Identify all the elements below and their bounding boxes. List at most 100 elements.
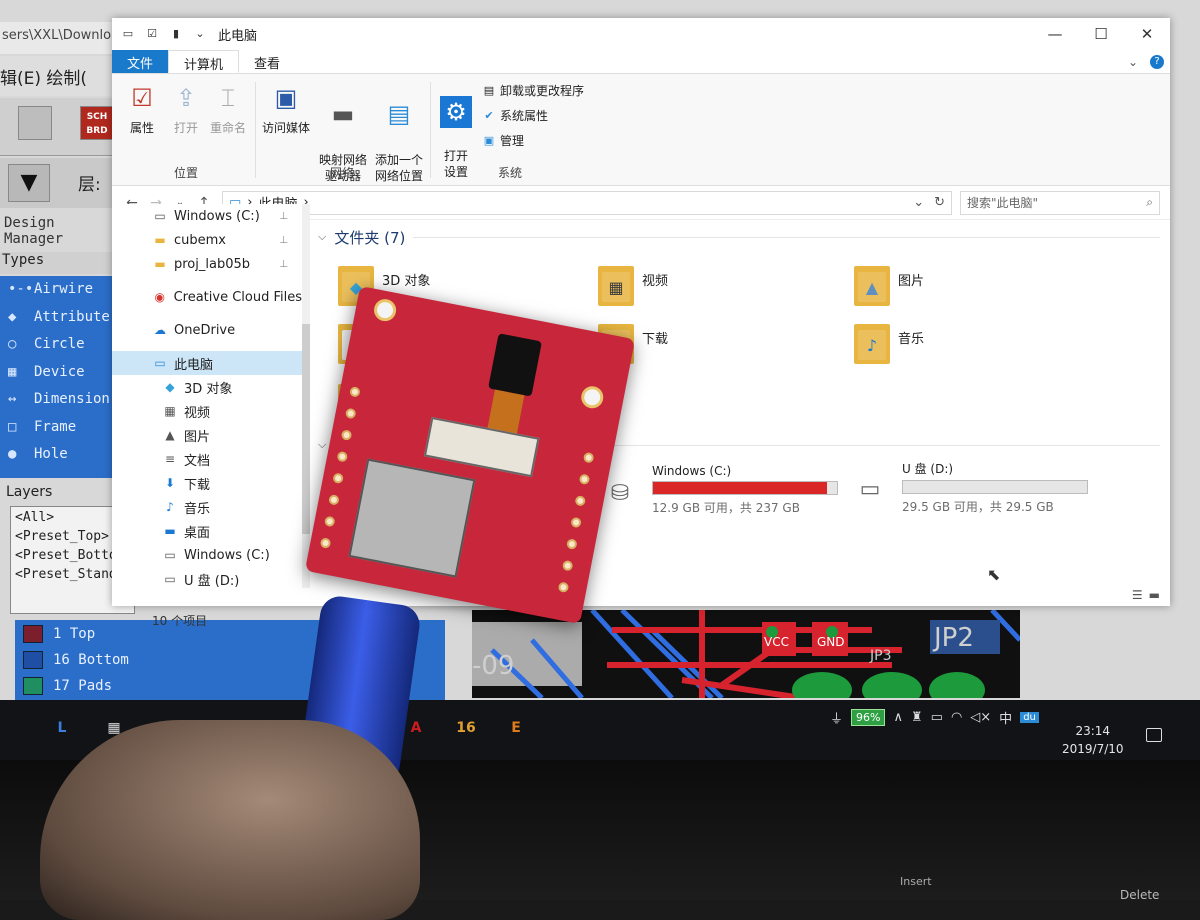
tab-view[interactable]: 查看 bbox=[239, 50, 295, 73]
type-item[interactable]: ◆ Attribute bbox=[0, 304, 130, 332]
usb-eject-icon[interactable]: ▭ bbox=[931, 710, 943, 725]
print-icon[interactable] bbox=[18, 106, 52, 140]
address-bar[interactable]: ▭ › 此电脑 › ⌄ ↻ bbox=[222, 190, 952, 215]
nav-item[interactable]: ▬ 桌面 bbox=[112, 519, 302, 543]
address-dropdown-icon[interactable]: ⌄ bbox=[913, 195, 924, 210]
chevron-up-icon[interactable]: ∧ bbox=[893, 710, 903, 725]
nav-item[interactable]: ▬ cubemx ⊥ bbox=[112, 228, 302, 252]
folder-item[interactable]: ▦ 视频 bbox=[598, 262, 668, 306]
nav-item[interactable]: ≡ 文档 bbox=[112, 447, 302, 471]
properties-label: 属性 bbox=[129, 121, 154, 135]
nav-item[interactable]: ▭ Windows (C:) ⊥ bbox=[112, 204, 302, 228]
ime-indicator[interactable]: 中 bbox=[999, 708, 1012, 727]
nav-item[interactable]: ▬ proj_lab05b ⊥ bbox=[112, 252, 302, 276]
access-media-button[interactable]: ▣ 访问媒体 bbox=[260, 80, 312, 136]
types-list[interactable]: •-•Airwire ◆ Attribute ○ Circle ▦ Device ↔ Dimen… bbox=[0, 276, 130, 478]
scrollbar-thumb[interactable] bbox=[302, 324, 310, 534]
drive-usage-bar bbox=[652, 481, 838, 495]
map-drive-icon: ▬ bbox=[331, 100, 355, 128]
navigation-pane[interactable]: ▭ Windows (C:) ⊥ ▬ cubemx ⊥ ▬ proj_lab05b ⊥ ◉ Crea… bbox=[112, 204, 302, 588]
tray-app-icon[interactable]: ♜ bbox=[911, 710, 923, 725]
launcher-icon[interactable]: L bbox=[48, 714, 76, 742]
drive-usage-bar bbox=[902, 480, 1088, 494]
eagle-icon[interactable]: E bbox=[502, 714, 530, 742]
title-bar[interactable]: ▭ ☑ ▮ ⌄ 此电脑 — ☐ ✕ bbox=[112, 18, 1170, 50]
nav-item[interactable]: ☁ OneDrive bbox=[112, 318, 302, 342]
battery-indicator[interactable]: 96% bbox=[851, 709, 886, 726]
nav-item[interactable]: ◆ 3D 对象 bbox=[112, 375, 302, 399]
type-label: Circle bbox=[34, 336, 85, 352]
system-properties-button[interactable]: ✔ 系统属性 bbox=[482, 107, 548, 124]
manage-button[interactable]: ▣ 管理 bbox=[482, 132, 524, 149]
uninstall-program-button[interactable]: ▤ 卸载或更改程序 bbox=[482, 82, 584, 99]
power-plug-icon[interactable]: ⏚ bbox=[830, 708, 843, 727]
system-clock[interactable]: 23:14 2019/7/10 bbox=[1062, 722, 1124, 758]
drive-label: Windows (C:) bbox=[652, 464, 732, 478]
eda-menu[interactable]: 辑(E) 绘制( bbox=[0, 56, 120, 96]
sch-brd-toggle-button[interactable]: SCH BRD bbox=[80, 106, 114, 140]
nav-item[interactable]: ▦ 视频 bbox=[112, 399, 302, 423]
pictures-icon: ▲ bbox=[165, 428, 175, 442]
search-input[interactable]: 搜索"此电脑" ⌕ bbox=[960, 190, 1160, 215]
nav-item[interactable]: ◉ Creative Cloud Files bbox=[112, 285, 302, 309]
type-item[interactable]: •-•Airwire bbox=[0, 276, 130, 304]
maximize-button[interactable]: ☐ bbox=[1078, 25, 1124, 43]
minimize-button[interactable]: — bbox=[1032, 25, 1078, 43]
wifi-icon[interactable]: ◠ bbox=[951, 710, 962, 725]
notification-icon[interactable] bbox=[1146, 728, 1162, 742]
nav-item-label: 文档 bbox=[184, 453, 211, 469]
type-item[interactable]: □ Frame bbox=[0, 414, 130, 442]
pin-icon[interactable]: ⊥ bbox=[279, 211, 288, 222]
drive-item[interactable]: ⛁ Windows (C:) 12.9 GB 可用，共 237 GB bbox=[598, 464, 838, 516]
tab-file[interactable]: 文件 bbox=[112, 50, 169, 73]
nav-item[interactable]: ♪ 音乐 bbox=[112, 495, 302, 519]
refresh-icon[interactable]: ↻ bbox=[934, 195, 945, 210]
nav-item[interactable]: ▭ U 盘 (D:) bbox=[112, 567, 302, 588]
nav-item[interactable]: ⬇ 下载 bbox=[112, 471, 302, 495]
close-button[interactable]: ✕ bbox=[1124, 25, 1170, 43]
quick-access-dropdown-icon[interactable]: ⌄ bbox=[192, 26, 208, 42]
tab-computer[interactable]: 计算机 bbox=[168, 50, 240, 73]
drive-item[interactable]: ▭ U 盘 (D:) 29.5 GB 可用，共 29.5 GB bbox=[848, 460, 1088, 515]
pcb-canvas[interactable]: VCC GND JP3 JP2 -09 bbox=[472, 610, 1020, 698]
type-item[interactable]: ▦ Device bbox=[0, 359, 130, 387]
layer-label: 16 Bottom bbox=[53, 652, 129, 668]
volume-muted-icon[interactable]: ◁× bbox=[970, 710, 991, 725]
orcad-icon[interactable]: 16 bbox=[452, 714, 480, 742]
input-method-icon[interactable]: du bbox=[1020, 712, 1039, 723]
type-item[interactable]: ● Hole bbox=[0, 441, 130, 469]
help-icon[interactable]: ? bbox=[1150, 54, 1164, 69]
nav-pane-scrollbar[interactable] bbox=[302, 204, 310, 588]
nav-item[interactable]: ▲ 图片 bbox=[112, 423, 302, 447]
manage-icon: ▣ bbox=[483, 133, 495, 147]
properties-button[interactable]: ☑ 属性 bbox=[122, 80, 162, 136]
add-network-location-button[interactable]: ▤ 添加一个 网络位置 bbox=[370, 80, 428, 184]
type-item[interactable]: ↔ Dimension bbox=[0, 386, 130, 414]
pin-icon[interactable]: ⊥ bbox=[279, 259, 288, 270]
ffc-connector bbox=[423, 416, 540, 478]
open-settings-button[interactable]: ⚙ 打开 设置 bbox=[434, 80, 478, 180]
rename-button[interactable]: ⌶ 重命名 bbox=[206, 80, 250, 136]
folders-section-title: 文件夹 (7) bbox=[334, 228, 406, 247]
folders-section-header[interactable]: ⌵ 文件夹 (7) bbox=[318, 222, 1170, 252]
drive-free-space: 12.9 GB 可用，共 237 GB bbox=[652, 501, 800, 515]
type-item[interactable]: ○ Circle bbox=[0, 331, 130, 359]
nav-item-label: OneDrive bbox=[174, 322, 236, 338]
expand-ribbon-icon[interactable]: ⌄ bbox=[1128, 55, 1138, 69]
filter-icon[interactable]: ▼ bbox=[8, 164, 50, 202]
large-icons-view-icon[interactable]: ▬ bbox=[1149, 588, 1160, 602]
pin-icon[interactable]: ⊥ bbox=[279, 235, 288, 246]
folder-item[interactable]: ▲ 图片 bbox=[854, 262, 924, 306]
new-folder-quick-icon[interactable]: ▮ bbox=[168, 26, 184, 42]
nav-item[interactable]: ▭ Windows (C:) bbox=[112, 543, 302, 567]
folder-item[interactable]: ♪ 音乐 bbox=[854, 320, 924, 364]
music-icon: ♪ bbox=[854, 320, 890, 364]
nav-item-label: 图片 bbox=[184, 429, 211, 445]
camera-module-board bbox=[304, 285, 636, 625]
open-button[interactable]: ⇪ 打开 bbox=[166, 80, 206, 136]
details-view-icon[interactable]: ☰ bbox=[1132, 588, 1143, 602]
video-icon: ▦ bbox=[164, 404, 176, 418]
network-location-label: 添加一个 网络位置 bbox=[374, 153, 423, 183]
properties-quick-icon[interactable]: ☑ bbox=[144, 26, 160, 42]
nav-item[interactable]: ▭ 此电脑 bbox=[112, 351, 302, 375]
